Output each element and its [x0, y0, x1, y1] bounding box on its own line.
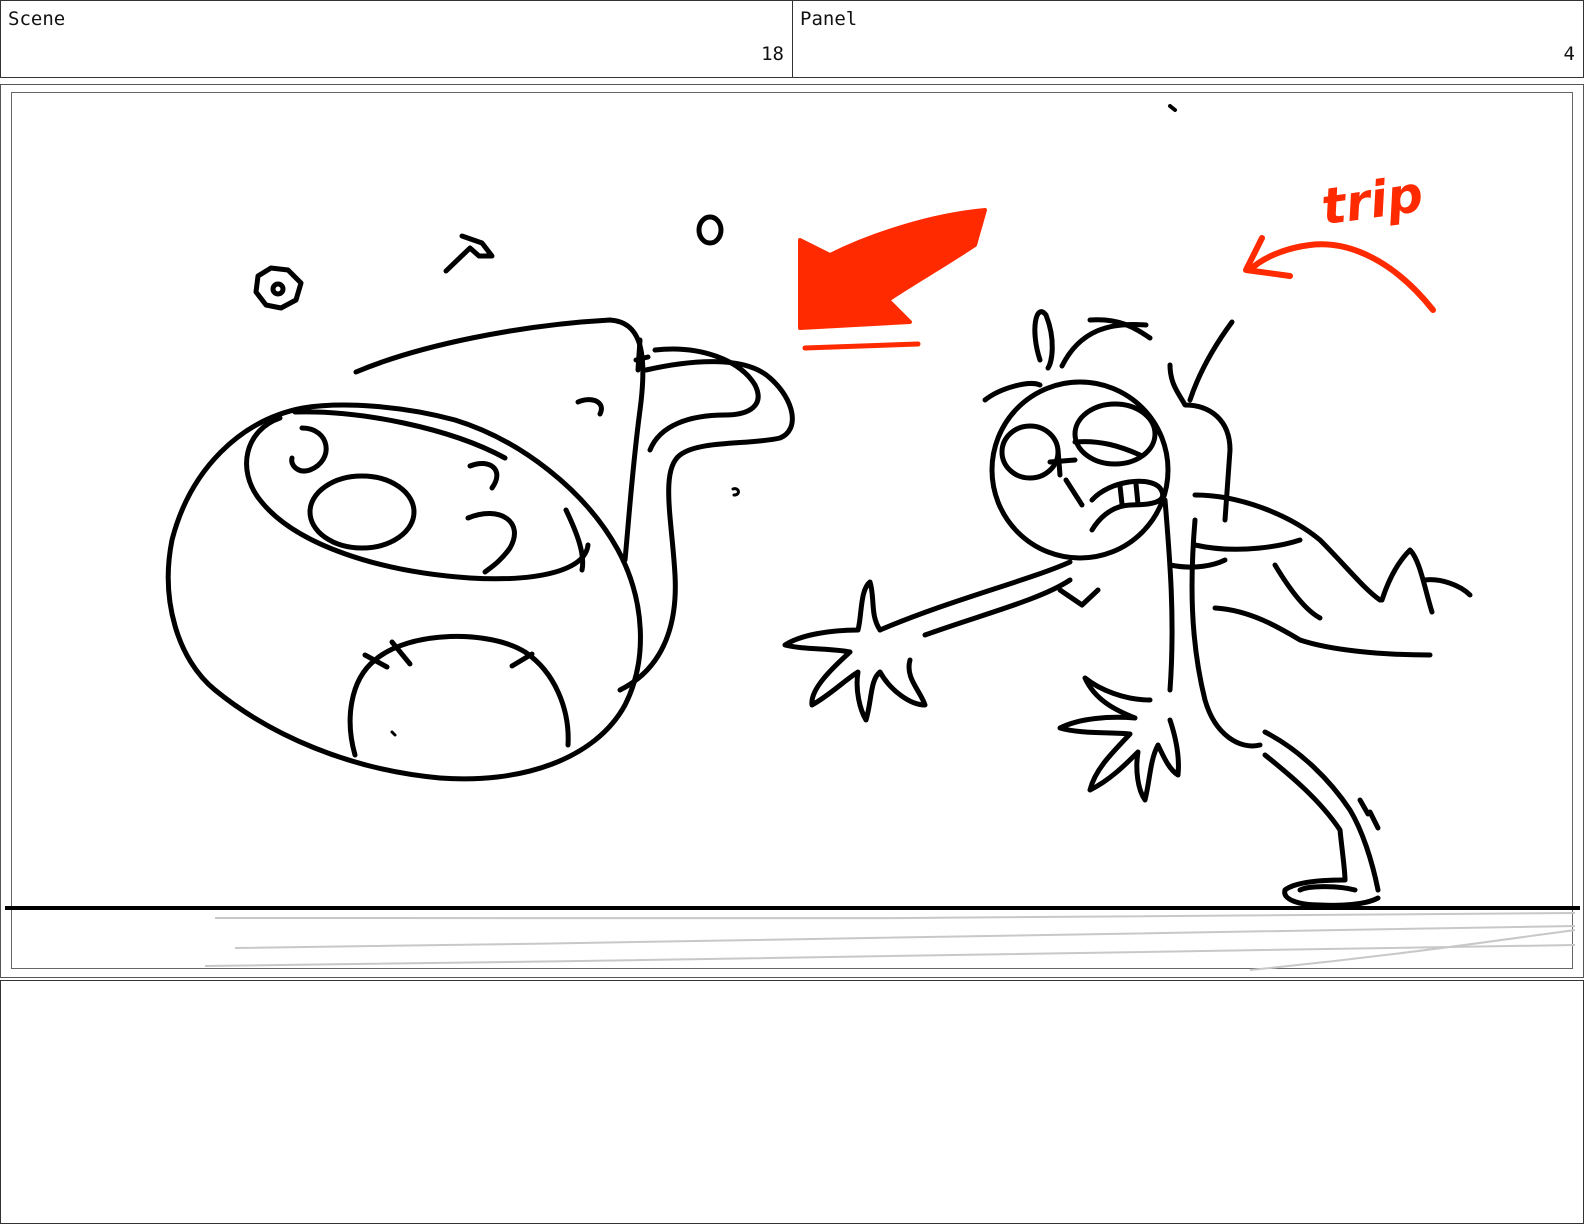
character-torso — [1189, 517, 1263, 749]
debris-hexagon-nut — [253, 265, 304, 311]
character-leg-back — [1212, 562, 1433, 658]
red-bold-arrow-icon — [798, 208, 987, 330]
pot-squiggle-b — [467, 461, 500, 491]
pot-squiggle-d — [575, 397, 604, 417]
pot-rim — [244, 415, 591, 582]
pot-squiggle-c — [465, 511, 517, 575]
character-leg-front — [1262, 729, 1381, 893]
character-teeth — [1117, 481, 1141, 507]
character-hand-back — [1057, 675, 1181, 803]
character-foot-back — [1379, 547, 1473, 615]
debris-speck-small — [731, 487, 740, 497]
ground-smear-b — [234, 925, 1576, 949]
character-ear-left — [1032, 309, 1055, 371]
red-arrow-underline — [802, 341, 921, 351]
character-arm-front — [877, 559, 1073, 638]
debris-ring — [696, 214, 724, 246]
ground-smear-c — [204, 944, 1576, 967]
notes-area — [0, 980, 1584, 1224]
pot-crease — [563, 507, 586, 573]
annotation-label: trip — [1318, 165, 1427, 237]
character-antenna — [1187, 319, 1235, 403]
character-hair — [1059, 317, 1153, 369]
character-eye-right — [1072, 401, 1158, 467]
pot-patch-stitch-c — [509, 651, 535, 669]
pot-spout — [617, 359, 795, 693]
character-collar — [1057, 587, 1101, 608]
ground-smear-a — [214, 912, 1576, 920]
pot-base-patch — [347, 633, 571, 758]
ground-smears — [204, 912, 1576, 971]
character-head — [989, 379, 1171, 561]
character-hand-front — [782, 579, 928, 723]
pot-knob — [307, 473, 417, 551]
pot-squiggle-a — [289, 425, 329, 474]
red-curved-arrow-icon — [1243, 235, 1436, 313]
pot-spout-tick-b — [635, 337, 643, 373]
black-line-art — [165, 104, 1473, 908]
character-shirt-line — [1167, 557, 1228, 570]
character-foot-front — [1282, 877, 1381, 908]
debris-nut-hole — [270, 281, 286, 297]
debris-speck — [1168, 104, 1177, 112]
debris-bolt — [443, 233, 495, 274]
character-knee-marks — [1357, 797, 1381, 831]
character-eye-left — [999, 423, 1061, 481]
pot-patch-dot — [390, 730, 397, 737]
character-torso-left — [1162, 497, 1175, 693]
